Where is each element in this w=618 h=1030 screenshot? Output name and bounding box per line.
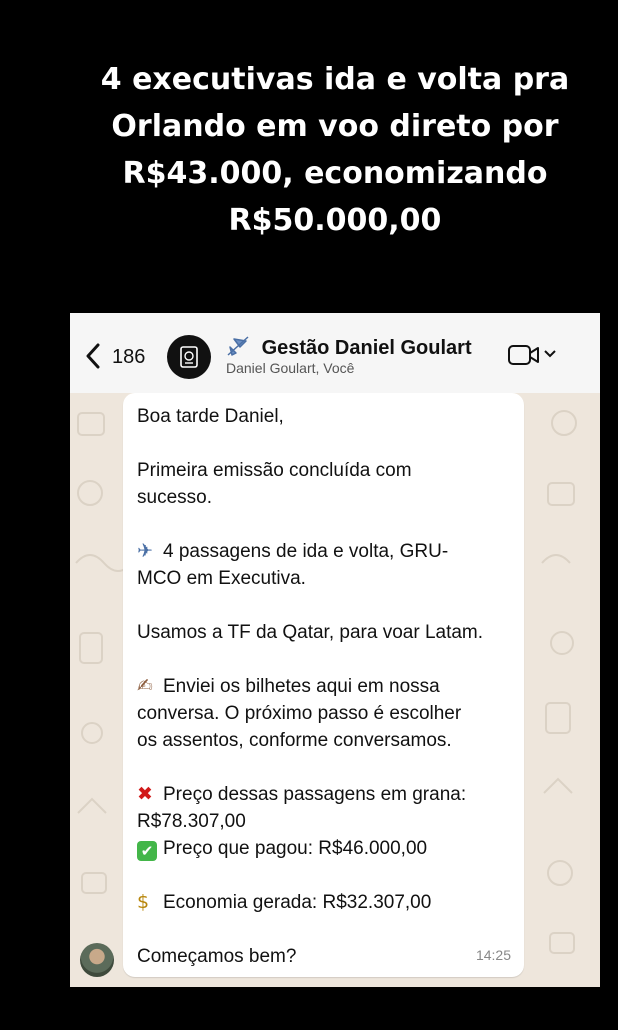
message-line: Usamos a TF da Qatar, para voar Latam. — [137, 622, 484, 643]
money-bag-icon: $ — [137, 891, 150, 913]
message-line: ✈ 4 passagens de ida e volta, GRU- — [137, 538, 517, 565]
passport-icon — [180, 346, 198, 368]
headline-line-1: 4 executivas ida e volta pra — [100, 62, 570, 97]
back-unread-count[interactable]: 186 — [112, 346, 145, 369]
writing-hand-icon: ✍ — [137, 675, 153, 697]
plane-icon — [226, 336, 256, 359]
headline-line-3: R$43.000, economizando — [122, 156, 548, 191]
headline-line-4: R$50.000,00 — [228, 203, 442, 238]
message-line: R$78.307,00 — [137, 811, 246, 832]
sender-avatar[interactable] — [80, 943, 114, 977]
message-text: Boa tarde Daniel, Primeira emissão concl… — [137, 403, 517, 970]
message-line: ✖ Preço dessas passagens em grana: — [137, 781, 517, 808]
message-time: 14:25 — [475, 947, 511, 963]
message-line: ✔ Preço que pagou: R$46.000,00 — [137, 835, 517, 862]
chat-header: 186 Gestão Daniel Goulart Daniel Goulart… — [70, 313, 600, 393]
message-line: Boa tarde Daniel, — [137, 406, 284, 427]
message-bubble[interactable]: Boa tarde Daniel, Primeira emissão concl… — [123, 393, 524, 977]
back-chevron-icon[interactable] — [84, 343, 102, 369]
message-line: sucesso. — [137, 487, 212, 508]
chat-screenshot: 186 Gestão Daniel Goulart Daniel Goulart… — [70, 313, 600, 987]
message-line: MCO em Executiva. — [137, 568, 306, 589]
chat-participants[interactable]: Daniel Goulart, Você — [226, 360, 354, 376]
headline: 4 executivas ida e volta pra Orlando em … — [100, 56, 570, 244]
message-line: ✍ Enviei os bilhetes aqui em nossa — [137, 673, 517, 700]
message-line: Primeira emissão concluída com — [137, 460, 412, 481]
headline-line-2: Orlando em voo direto por — [111, 109, 559, 144]
message-line: $ Economia gerada: R$32.307,00 — [137, 889, 517, 916]
message-line: conversa. O próximo passo é escolher — [137, 703, 462, 724]
message-line: Começamos bem? — [137, 946, 297, 967]
video-call-icon[interactable] — [508, 344, 540, 366]
chat-title-text: Gestão Daniel Goulart — [261, 337, 472, 359]
check-mark-icon: ✔ — [137, 841, 157, 861]
message-line: os assentos, conforme conversamos. — [137, 730, 452, 751]
group-avatar[interactable] — [167, 335, 211, 379]
airplane-icon: ✈ — [137, 540, 153, 562]
chat-title[interactable]: Gestão Daniel Goulart — [226, 335, 472, 360]
cross-mark-icon: ✖ — [137, 783, 153, 805]
chevron-down-icon[interactable] — [544, 349, 556, 359]
